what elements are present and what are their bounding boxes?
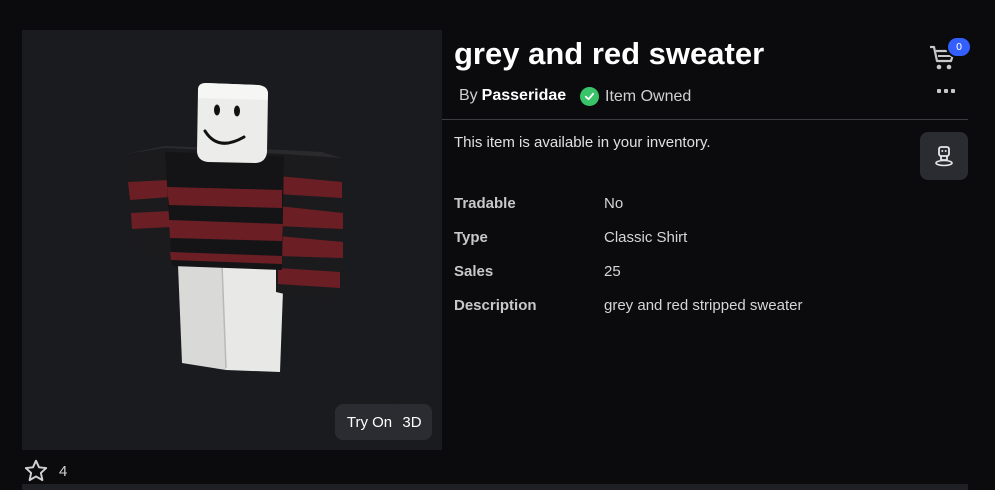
detail-value: grey and red stripped sweater [604,297,803,314]
detail-value: No [604,195,624,212]
avatar-icon [935,146,953,167]
favorite-button[interactable]: 4 [23,458,67,484]
detail-value: 25 [604,263,621,280]
detail-row-sales: Sales 25 [454,263,802,297]
creator-link[interactable]: Passeridae [482,87,567,105]
header-divider [442,119,968,120]
3d-view-button[interactable]: 3D [392,404,432,440]
detail-row-description: Description grey and red stripped sweate… [454,297,802,331]
detail-key: Tradable [454,195,516,212]
item-preview[interactable]: Try On 3D [22,30,442,450]
item-details-table: Tradable No Type Classic Shirt Sales 25 … [454,195,802,331]
item-title: grey and red sweater [454,36,765,71]
avatar-try-button[interactable] [920,132,968,180]
owned-label: Item Owned [605,87,692,105]
favorite-count: 4 [59,462,68,480]
detail-key: Description [454,297,537,314]
star-icon [24,459,48,482]
detail-row-type: Type Classic Shirt [454,229,802,263]
cart-count-badge: 0 [946,36,972,58]
bottom-section-edge [22,484,968,490]
check-circle-icon [580,87,599,106]
creator-byline: By Passeridae [459,87,566,105]
detail-value: Classic Shirt [604,229,688,246]
detail-key: Type [454,229,488,246]
avatar-model-image [125,83,343,372]
item-owned-status: Item Owned [580,87,691,106]
detail-key: Sales [454,263,494,280]
availability-text: This item is available in your inventory… [454,134,711,151]
by-label: By [459,87,478,104]
more-options-icon[interactable] [935,84,957,98]
detail-row-tradable: Tradable No [454,195,802,229]
